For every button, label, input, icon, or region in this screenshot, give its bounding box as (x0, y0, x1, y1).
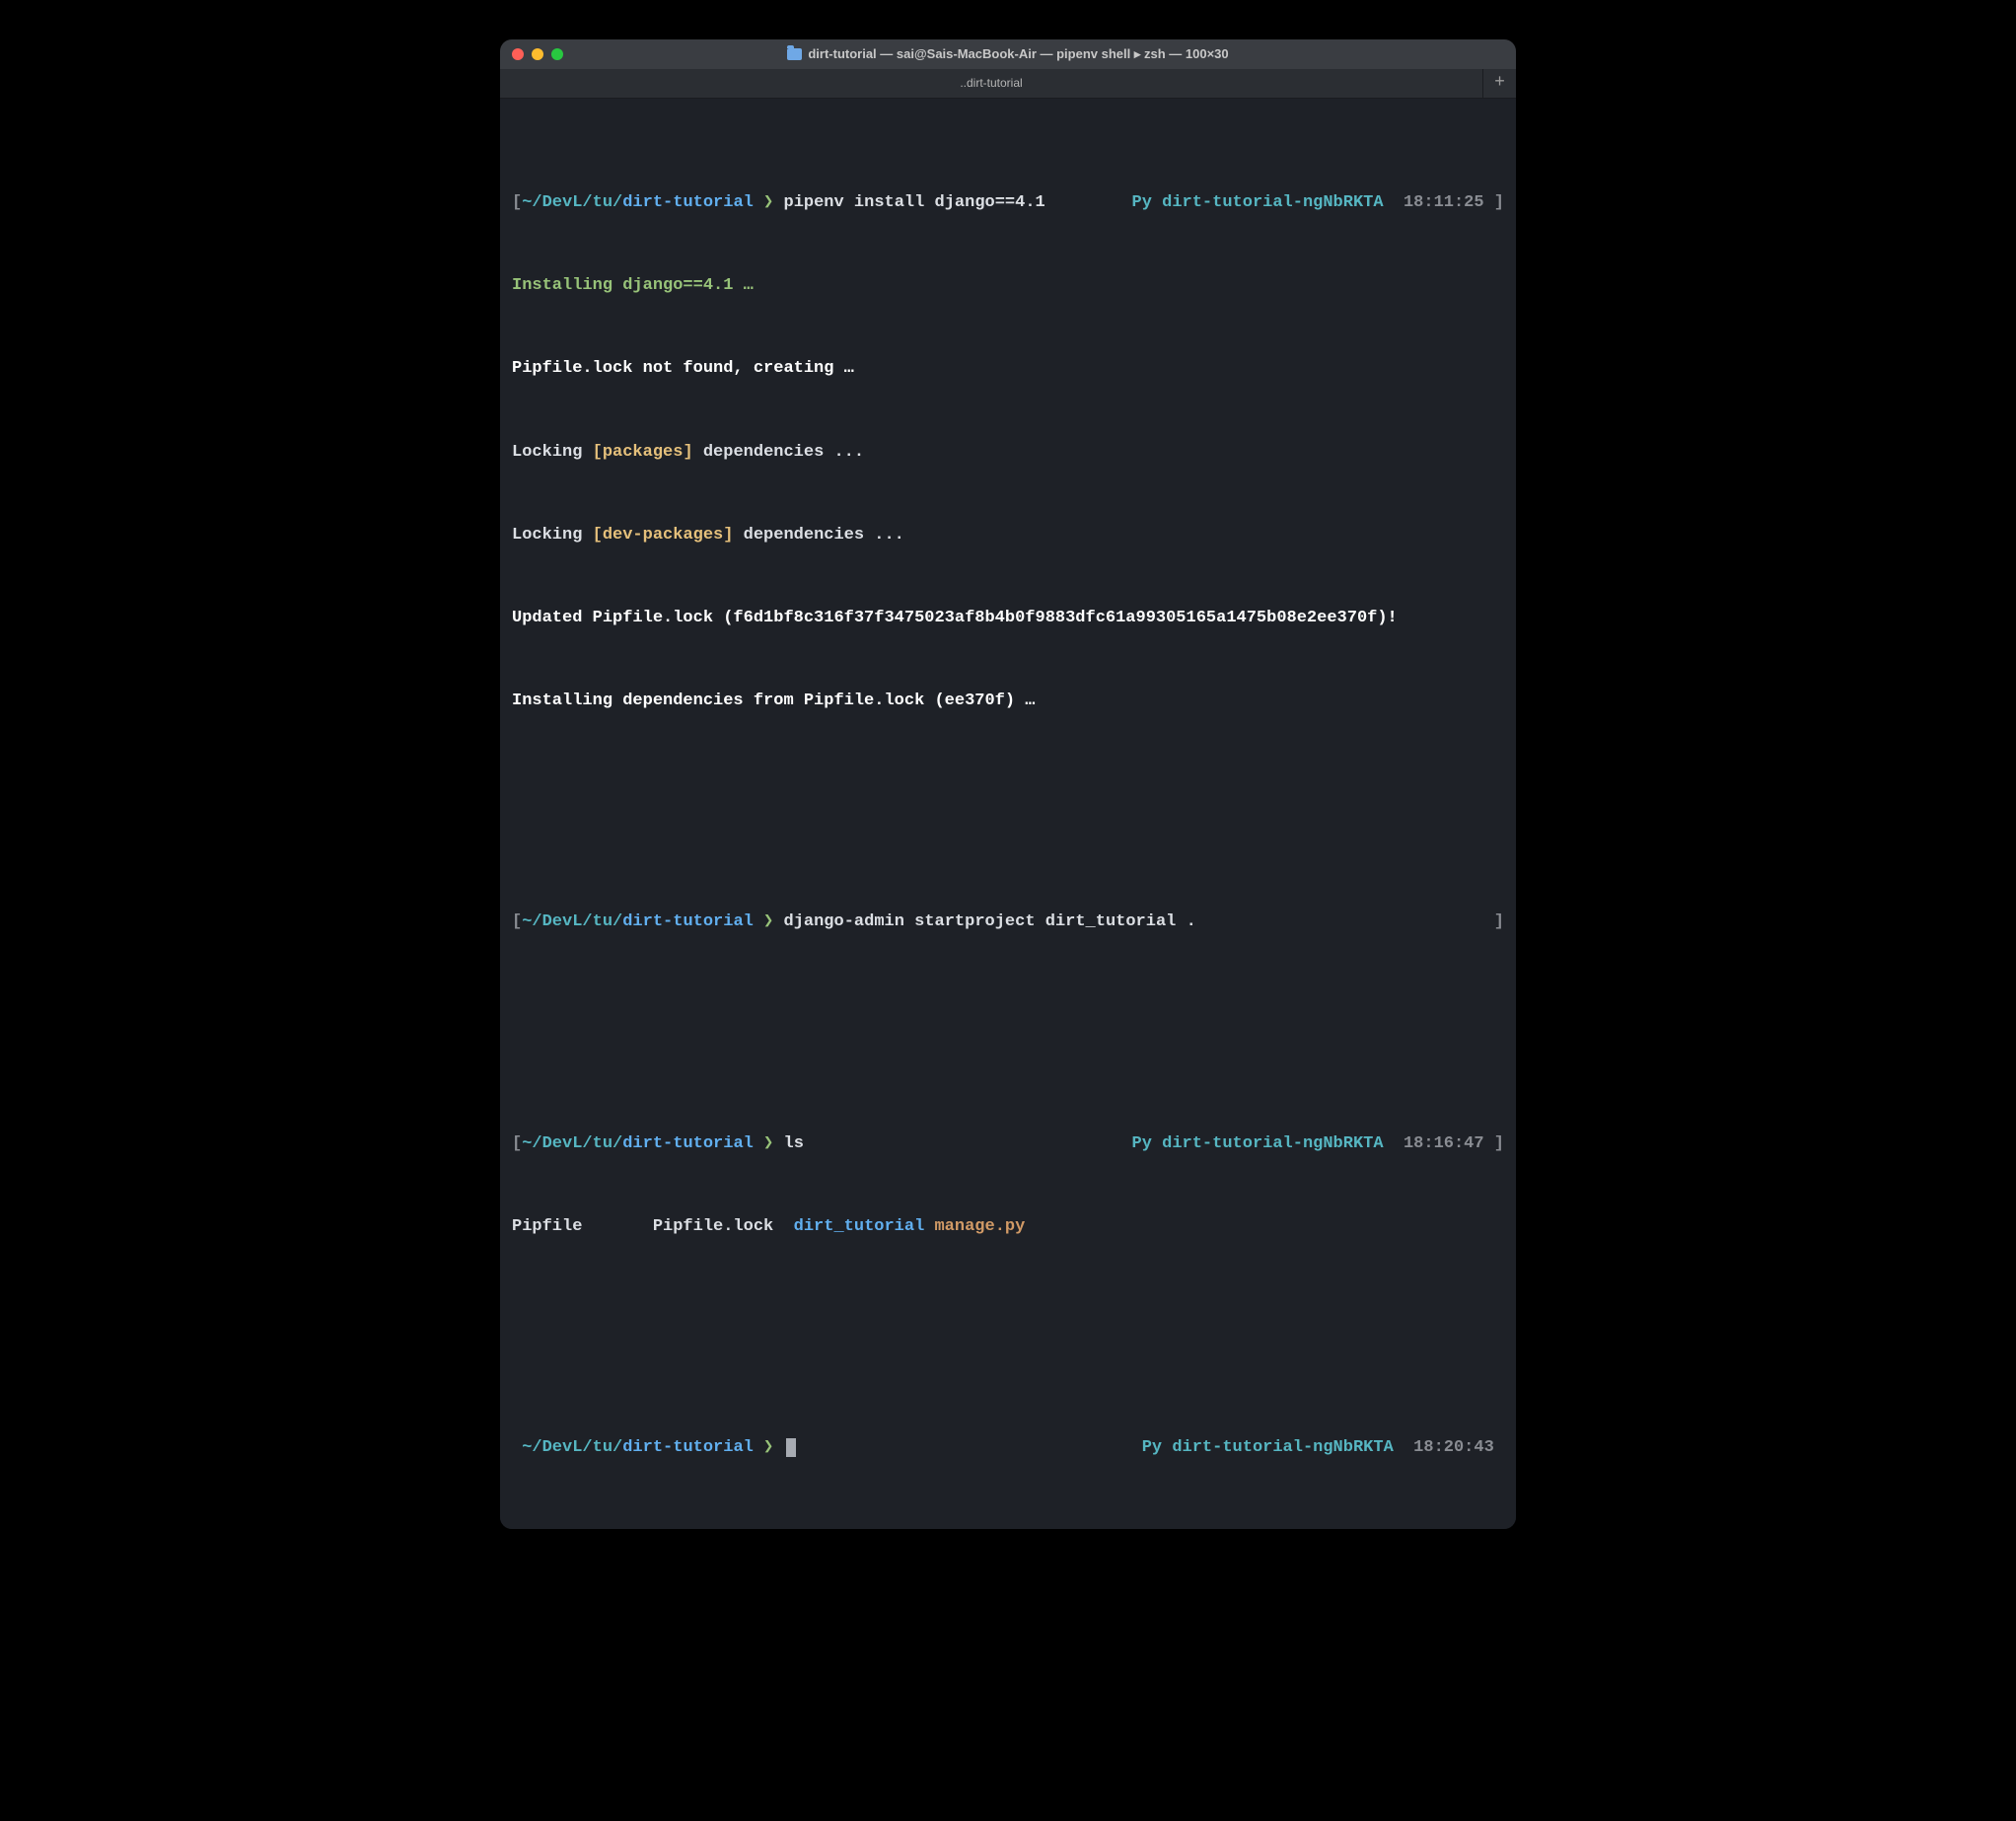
prompt-line-1: [~/DevL/tu/dirt-tutorial ❯ pipenv instal… (512, 189, 1504, 217)
prompt-line-3: [~/DevL/tu/dirt-tutorial ❯ ls Py dirt-tu… (512, 1130, 1504, 1158)
fullscreen-button[interactable] (551, 48, 563, 60)
terminal-body[interactable]: [~/DevL/tu/dirt-tutorial ❯ pipenv instal… (500, 99, 1516, 1529)
blank-line (512, 770, 1504, 798)
timestamp: 18:16:47 (1404, 1134, 1484, 1153)
py-label: Py (1132, 193, 1163, 212)
bracket: [ (512, 912, 522, 931)
output-line: Pipfile Pipfile.lock dirt_tutorial manag… (512, 1213, 1504, 1241)
path-segment: ~/DevL/tu/ (522, 193, 622, 212)
timestamp: 18:20:43 (1413, 1438, 1494, 1457)
bracket: [ (512, 1134, 522, 1153)
terminal-window: dirt-tutorial — sai@Sais-MacBook-Air — p… (500, 39, 1516, 1529)
bracket: ] (1494, 193, 1504, 212)
bracket: ] (1494, 1134, 1504, 1153)
prompt-line-2: [~/DevL/tu/dirt-tutorial ❯ django-admin … (512, 909, 1504, 936)
window-title: dirt-tutorial — sai@Sais-MacBook-Air — p… (500, 43, 1516, 64)
prompt-symbol: ❯ (754, 1438, 784, 1457)
tabbar: ..dirt-tutorial + (500, 69, 1516, 99)
output-line: Pipfile.lock not found, creating … (512, 355, 1504, 383)
title-rest: — sai@Sais-MacBook-Air — pipenv shell ▸ … (877, 46, 1229, 61)
bracket: [ (512, 193, 522, 212)
output-line: Installing dependencies from Pipfile.loc… (512, 688, 1504, 715)
title-folder: dirt-tutorial (808, 46, 876, 61)
traffic-lights (512, 48, 563, 60)
minimize-button[interactable] (532, 48, 543, 60)
prompt-symbol: ❯ (754, 193, 784, 212)
path-cwd: dirt-tutorial (622, 1438, 754, 1457)
titlebar[interactable]: dirt-tutorial — sai@Sais-MacBook-Air — p… (500, 39, 1516, 69)
path-segment: ~/DevL/tu/ (522, 1134, 622, 1153)
cursor (786, 1438, 796, 1457)
prompt-symbol: ❯ (754, 912, 784, 931)
command-text: django-admin startproject dirt_tutorial … (784, 912, 1196, 931)
py-label: Py (1142, 1438, 1173, 1457)
output-line: Locking [dev-packages] dependencies ... (512, 522, 1504, 549)
venv-name: dirt-tutorial-ngNbRKTA (1162, 1134, 1383, 1153)
path-segment: ~/DevL/tu/ (522, 912, 622, 931)
timestamp: 18:11:25 (1404, 193, 1484, 212)
path-cwd: dirt-tutorial (622, 193, 754, 212)
new-tab-button[interactable]: + (1482, 69, 1516, 98)
blank-line (512, 992, 1504, 1020)
output-line: Installing django==4.1 … (512, 272, 1504, 300)
command-text: ls (784, 1134, 804, 1153)
prompt-symbol: ❯ (754, 1134, 784, 1153)
output-line: Locking [packages] dependencies ... (512, 439, 1504, 467)
bracket: ] (1494, 912, 1504, 931)
close-button[interactable] (512, 48, 524, 60)
folder-icon (787, 48, 802, 60)
path-cwd: dirt-tutorial (622, 912, 754, 931)
command-text: pipenv install django==4.1 (784, 193, 1045, 212)
path-cwd: dirt-tutorial (622, 1134, 754, 1153)
ls-exec: manage.py (934, 1217, 1025, 1236)
venv-name: dirt-tutorial-ngNbRKTA (1172, 1438, 1393, 1457)
py-label: Py (1132, 1134, 1163, 1153)
output-line: Updated Pipfile.lock (f6d1bf8c316f37f347… (512, 605, 1504, 632)
ls-dir: dirt_tutorial (794, 1217, 925, 1236)
venv-name: dirt-tutorial-ngNbRKTA (1162, 193, 1383, 212)
blank-line (512, 1296, 1504, 1324)
prompt-line-4[interactable]: ~/DevL/tu/dirt-tutorial ❯ Py dirt-tutori… (512, 1434, 1504, 1462)
path-segment: ~/DevL/tu/ (522, 1438, 622, 1457)
tab-dirt-tutorial[interactable]: ..dirt-tutorial (500, 69, 1482, 98)
